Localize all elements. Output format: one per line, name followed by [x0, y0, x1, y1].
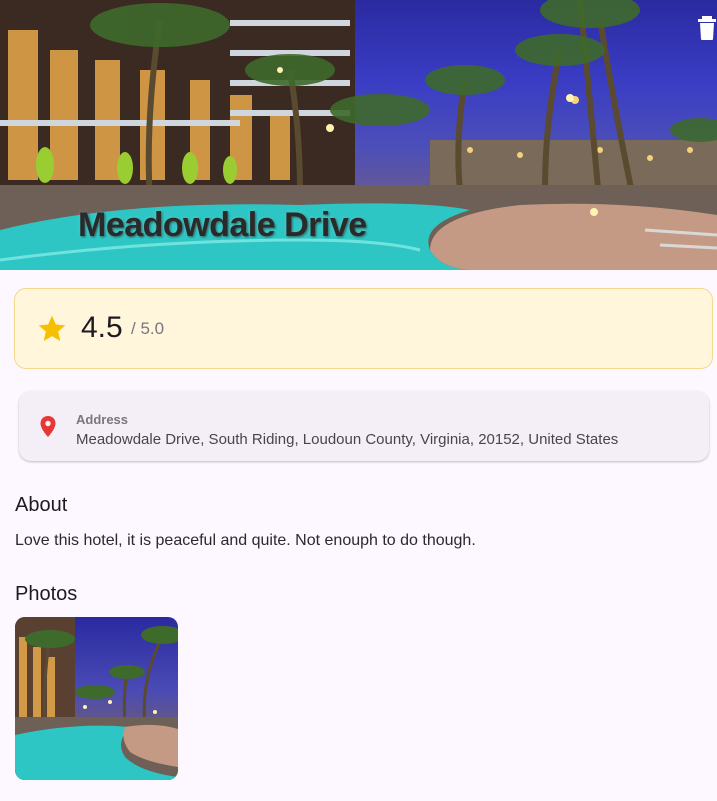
rating-card: 4.5 / 5.0: [14, 288, 713, 369]
photos-heading: Photos: [15, 583, 78, 605]
hotel-name: Meadowdale Drive: [78, 206, 367, 244]
resort-photo: [15, 617, 178, 780]
about-heading: About: [15, 494, 68, 516]
rating-max: / 5.0: [131, 319, 165, 338]
trash-icon: [698, 16, 716, 40]
hero-image: Meadowdale Drive: [0, 0, 717, 270]
delete-button[interactable]: [697, 14, 717, 42]
address-card[interactable]: Address Meadowdale Drive, South Riding, …: [19, 391, 709, 461]
about-text: Love this hotel, it is peaceful and quit…: [15, 532, 476, 549]
star-icon: [38, 315, 66, 341]
address-value: Meadowdale Drive, South Riding, Loudoun …: [76, 431, 619, 448]
address-label: Address: [76, 412, 129, 427]
location-pin-icon: [40, 416, 56, 437]
photo-thumbnail[interactable]: [15, 617, 178, 780]
rating-value: 4.5: [81, 311, 123, 344]
